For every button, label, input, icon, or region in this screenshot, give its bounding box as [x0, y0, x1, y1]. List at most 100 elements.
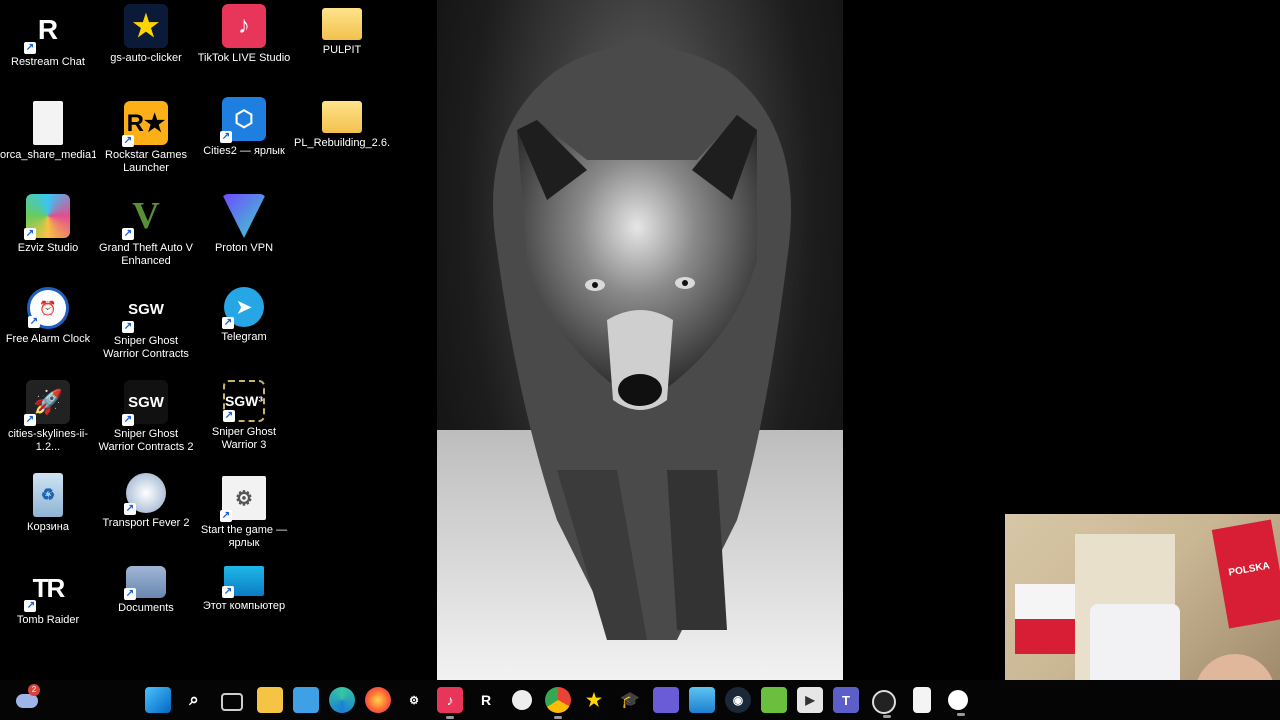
- icon-label: Tomb Raider: [16, 614, 80, 626]
- icon-label: PL_Rebuilding_2.6.3...: [294, 137, 390, 149]
- restream-icon: R ↗: [24, 8, 70, 54]
- windows-start-icon[interactable]: [145, 687, 171, 713]
- desktop-icon-tiktok-live-studio[interactable]: ♪ TikTok LIVE Studio: [196, 4, 292, 65]
- star-icon: ★: [124, 4, 168, 48]
- icon-label: Sniper Ghost Warrior Contracts: [103, 335, 189, 360]
- desktop-icon-gta-v[interactable]: V ↗ Grand Theft Auto V Enhanced: [98, 194, 194, 268]
- restream-icon[interactable]: R: [473, 687, 499, 713]
- desktop-icon-telegram[interactable]: ➤ ↗ Telegram: [196, 287, 292, 344]
- app-icon[interactable]: [653, 687, 679, 713]
- icon-label: TikTok LIVE Studio: [197, 52, 291, 64]
- desktop-icon-pulpit[interactable]: PULPIT: [294, 8, 390, 57]
- player-icon[interactable]: ▶: [797, 687, 823, 713]
- folder-icon: [322, 101, 362, 133]
- recycle-bin-icon: ♻: [33, 473, 63, 517]
- edge-icon[interactable]: [329, 687, 355, 713]
- search-icon[interactable]: ⌕: [181, 687, 207, 713]
- cloud-icon: [16, 694, 38, 708]
- desktop-icon-sgw-contracts-2[interactable]: SGW ↗ Sniper Ghost Warrior Contracts 2: [98, 380, 194, 454]
- poland-flag: [1015, 584, 1075, 654]
- telegram-icon: ➤ ↗: [222, 287, 264, 329]
- app-icon[interactable]: [512, 690, 532, 710]
- icon-label: Cities2 — ярлык: [203, 145, 285, 157]
- weather-widget[interactable]: 2: [16, 684, 40, 712]
- icon-label: Restream Chat: [11, 56, 85, 68]
- icon-label: orca_share_media1...: [0, 149, 96, 161]
- monitor-icon: ↗: [222, 566, 264, 598]
- steam-icon[interactable]: ◉: [725, 687, 751, 713]
- icon-label: Proton VPN: [214, 242, 274, 254]
- icon-label: Telegram: [221, 331, 267, 343]
- icon-label: Rockstar Games Launcher: [105, 149, 187, 174]
- cities2-icon: ⬡ ↗: [220, 97, 266, 143]
- gears-icon: ⚙ ↗: [220, 476, 266, 522]
- desktop-icon-proton-vpn[interactable]: Proton VPN: [196, 194, 292, 255]
- desktop-icon-gs-auto-clicker[interactable]: ★ gs-auto-clicker: [98, 4, 194, 65]
- desktop-icon-orca-share[interactable]: orca_share_media1...: [0, 101, 96, 162]
- task-view-icon[interactable]: [221, 693, 243, 711]
- icon-label: Этот компьютер: [202, 600, 286, 612]
- desktop-icon-this-pc[interactable]: ↗ Этот компьютер: [196, 566, 292, 613]
- ezviz-icon: ↗: [24, 194, 70, 240]
- sgw3-icon: SGW³ ↗: [223, 380, 265, 422]
- desktop-icon-sgw-contracts[interactable]: SGW ↗ Sniper Ghost Warrior Contracts: [98, 287, 194, 361]
- poland-emblem-flag: POLSKA: [1211, 519, 1280, 629]
- game-icon[interactable]: [761, 687, 787, 713]
- icon-label: Sniper Ghost Warrior 3: [211, 426, 277, 451]
- documents-folder-icon: ↗: [124, 566, 166, 600]
- icon-label: Ezviz Studio: [17, 242, 79, 254]
- clock-icon: ⏰ ↗: [27, 287, 69, 329]
- rockstar-icon: R★ ↗: [122, 101, 168, 147]
- app-icon[interactable]: ⚙: [401, 687, 427, 713]
- icon-label: Transport Fever 2: [102, 517, 190, 529]
- notepad-icon[interactable]: [913, 687, 931, 713]
- notification-badge: 2: [28, 684, 40, 696]
- icon-label: Grand Theft Auto V Enhanced: [99, 242, 193, 267]
- taskbar: 2 ⌕ ⚙ ♪ R ★ 🎓 ◉ ▶ T: [0, 680, 1280, 720]
- transport-fever-icon: ↗: [124, 473, 166, 515]
- folder-icon: [322, 8, 362, 40]
- sgw-icon: SGW ↗: [122, 287, 168, 333]
- icon-label: cities-skylines-ii-1.2...: [7, 428, 89, 453]
- icon-label: Корзина: [27, 521, 69, 533]
- taskbar-icons: ⌕ ⚙ ♪ R ★ 🎓 ◉ ▶ T: [140, 687, 976, 719]
- graduation-cap-icon[interactable]: 🎓: [617, 687, 643, 713]
- icon-label: PULPIT: [322, 44, 362, 56]
- gta-icon: V ↗: [122, 195, 160, 240]
- desktop-icon-documents[interactable]: ↗ Documents: [98, 566, 194, 615]
- chrome-icon[interactable]: [545, 687, 571, 719]
- icon-label: Documents: [118, 602, 174, 614]
- teams-icon[interactable]: T: [833, 687, 859, 713]
- desktop-icon-start-the-game[interactable]: ⚙ ↗ Start the game — ярлык: [196, 476, 292, 550]
- desktop-icon-restream-chat[interactable]: R ↗ Restream Chat: [0, 8, 96, 69]
- desktop-icon-tomb-raider[interactable]: TR ↗ Tomb Raider: [0, 566, 96, 627]
- wolf-wallpaper: [437, 0, 843, 680]
- protonvpn-icon: [222, 194, 266, 238]
- desktop-icon-recycle-bin[interactable]: ♻ Корзина: [0, 473, 96, 534]
- tiktok-icon[interactable]: ♪: [437, 687, 463, 719]
- icon-label: Free Alarm Clock: [5, 333, 91, 345]
- icon-label: Start the game — ярлык: [200, 524, 288, 549]
- desktop-icon-pl-rebuilding[interactable]: PL_Rebuilding_2.6.3...: [294, 101, 390, 150]
- photos-icon[interactable]: [689, 687, 715, 713]
- desktop-icon-free-alarm-clock[interactable]: ⏰ ↗ Free Alarm Clock: [0, 287, 96, 346]
- icon-label: gs-auto-clicker: [110, 52, 182, 64]
- desktop-icon-ezviz-studio[interactable]: ↗ Ezviz Studio: [0, 194, 96, 255]
- star-icon[interactable]: ★: [581, 687, 607, 713]
- clock-icon[interactable]: [948, 690, 968, 716]
- obs-icon[interactable]: [872, 690, 896, 718]
- desktop-icon-cities-skylines-ii[interactable]: 🚀 ↗ cities-skylines-ii-1.2...: [0, 380, 96, 454]
- tiktok-icon: ♪: [222, 4, 266, 48]
- sgw2-icon: SGW ↗: [122, 380, 168, 426]
- desktop-icon-sgw3[interactable]: SGW³ ↗ Sniper Ghost Warrior 3: [196, 380, 292, 452]
- control-panel-icon[interactable]: [293, 687, 319, 713]
- rocket-icon: 🚀 ↗: [24, 380, 70, 426]
- desktop-icon-transport-fever-2[interactable]: ↗ Transport Fever 2: [98, 473, 194, 530]
- tomb-raider-icon: TR ↗: [24, 566, 70, 612]
- file-explorer-icon[interactable]: [257, 687, 283, 713]
- desktop-icon-rockstar-launcher[interactable]: R★ ↗ Rockstar Games Launcher: [98, 101, 194, 175]
- desktop-icon-cities2[interactable]: ⬡ ↗ Cities2 — ярлык: [196, 97, 292, 158]
- firefox-icon[interactable]: [365, 687, 391, 713]
- icon-label: Sniper Ghost Warrior Contracts 2: [98, 428, 194, 453]
- file-icon: [33, 101, 63, 145]
